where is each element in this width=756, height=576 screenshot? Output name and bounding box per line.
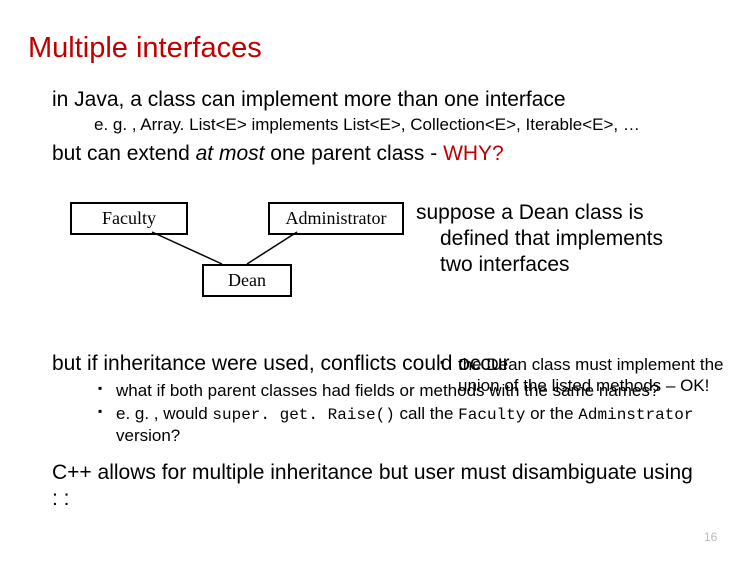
txt-cpp-allows: C++ allows for multiple inheritance but … — [52, 461, 693, 484]
inheritance-diagram: Faculty Administrator Dean — [52, 196, 412, 306]
suppose-text: suppose a Dean class is defined that imp… — [416, 200, 663, 279]
slide: Multiple interfaces in Java, a class can… — [0, 0, 756, 513]
code-faculty: Faculty — [458, 406, 525, 424]
txt-version: version? — [116, 426, 180, 445]
txt-call-the: call the — [395, 404, 458, 423]
conflicts-bullet-list: what if both parent classes had fields o… — [98, 380, 718, 447]
box-administrator: Administrator — [268, 202, 404, 235]
suppose-line-3: two interfaces — [416, 252, 663, 278]
suppose-line-2: defined that implements — [416, 226, 663, 252]
text-why: WHY? — [443, 142, 504, 165]
line-eg-arraylist: e. g. , Array. List<E> implements List<E… — [94, 115, 728, 135]
bullet-getraise: e. g. , would super. get. Raise() call t… — [98, 403, 718, 446]
box-faculty: Faculty — [70, 202, 188, 235]
txt-eg-would: e. g. , would — [116, 404, 212, 423]
text-but-can-extend: but can extend — [52, 142, 196, 165]
text-at-most: at most — [196, 142, 265, 165]
line-cpp: C++ allows for multiple inheritance but … — [52, 460, 728, 513]
slide-title: Multiple interfaces — [28, 32, 728, 65]
code-administrator: Adminstrator — [578, 406, 693, 424]
page-number: 16 — [704, 530, 717, 544]
code-super-getraise: super. get. Raise() — [212, 406, 394, 424]
line-extend-atmost: but can extend at most one parent class … — [52, 141, 728, 167]
box-dean: Dean — [202, 264, 292, 297]
diagram-row: Faculty Administrator Dean suppose a Dea… — [52, 196, 728, 306]
suppose-line-1: suppose a Dean class is — [416, 200, 663, 226]
text-one-parent: one parent class - — [264, 142, 443, 165]
line-java-implement: in Java, a class can implement more than… — [52, 87, 728, 113]
bullet-same-names: what if both parent classes had fields o… — [98, 380, 718, 401]
txt-or-the: or the — [525, 404, 578, 423]
dean-bullet-block: the Dean class must implement the union … — [28, 352, 728, 376]
txt-scope-op: : : — [52, 487, 70, 510]
